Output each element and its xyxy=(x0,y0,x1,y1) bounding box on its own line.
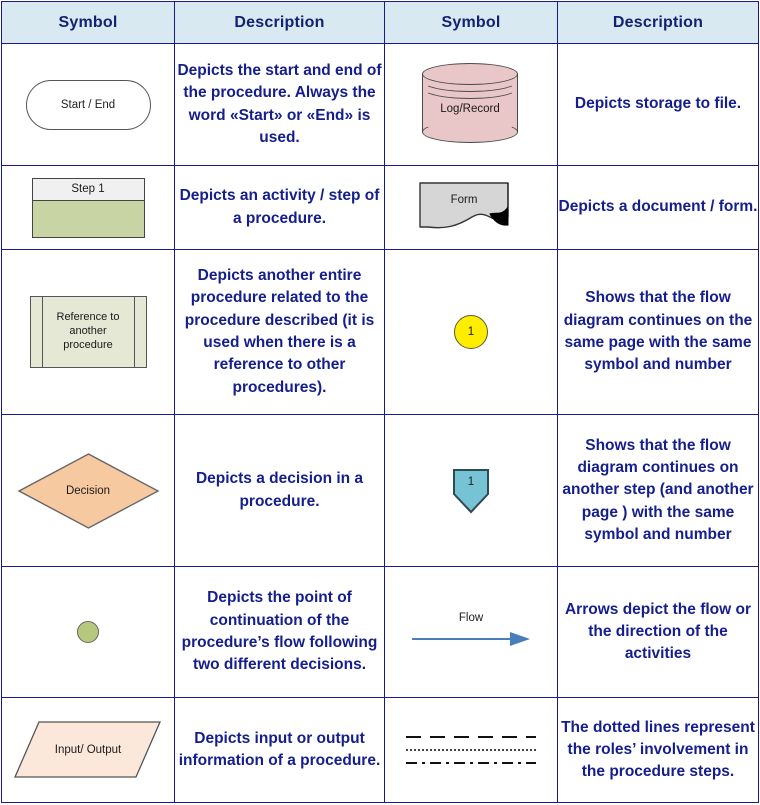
terminator-icon: Start / End xyxy=(25,79,151,130)
table-header-row: Symbol Description Symbol Description xyxy=(1,1,759,44)
stored-data-cylinder-icon: Log/Record xyxy=(422,62,520,147)
flow-arrow-label: Flow xyxy=(458,612,484,624)
merge-dot-icon xyxy=(77,621,99,643)
description-input-output: Depicts input or output information of a… xyxy=(174,697,385,803)
process-step-body xyxy=(33,201,144,237)
header-description-left: Description xyxy=(174,1,385,44)
description-decision: Depicts a decision in a procedure. xyxy=(174,414,385,567)
on-page-connector-icon: 1 xyxy=(454,315,488,349)
description-document: Depicts a document / form. xyxy=(557,165,759,250)
arrow-shape xyxy=(412,632,530,646)
symbol-cell-off-page-connector: 1 xyxy=(384,414,558,567)
description-on-page-connector: Shows that the flow diagram continues on… xyxy=(557,249,759,415)
table-row: Reference to another procedure Depicts a… xyxy=(1,249,759,415)
table-row: Step 1 Depicts an activity / step of a p… xyxy=(1,165,759,250)
description-flow-arrow: Arrows depict the flow or the direction … xyxy=(557,566,759,698)
dotted-line xyxy=(406,749,536,751)
symbol-cell-on-page-connector: 1 xyxy=(384,249,558,415)
document-icon: Form xyxy=(416,181,526,235)
symbol-cell-predefined-process: Reference to another procedure xyxy=(1,249,175,415)
symbol-cell-decision: Decision xyxy=(1,414,175,567)
process-step-label: Step 1 xyxy=(71,183,105,195)
description-off-page-connector: Shows that the flow diagram continues on… xyxy=(557,414,759,567)
symbol-cell-input-output: Input/ Output xyxy=(1,697,175,803)
description-predefined-process: Depicts another entire procedure related… xyxy=(174,249,385,415)
off-page-shape xyxy=(453,468,489,513)
decision-label: Decision xyxy=(65,484,111,497)
dashed-line xyxy=(406,736,536,738)
header-symbol-right: Symbol xyxy=(384,1,558,44)
description-merge-dot: Depicts the point of continuation of the… xyxy=(174,566,385,698)
header-description-right: Description xyxy=(557,1,759,44)
input-output-label: Input/ Output xyxy=(54,744,122,756)
input-output-icon: Input/ Output xyxy=(13,719,163,781)
description-terminator: Depicts the start and end of the procedu… xyxy=(174,43,385,166)
description-role-lines: The dotted lines represent the roles’ in… xyxy=(557,697,759,803)
cylinder-bottom-ellipse xyxy=(422,120,518,143)
symbol-cell-process-step: Step 1 xyxy=(1,165,175,250)
description-cylinder: Depicts storage to file. xyxy=(557,43,759,166)
process-step-icon: Step 1 xyxy=(31,177,145,238)
process-step-title-bar: Step 1 xyxy=(32,178,144,201)
symbol-legend-table: Symbol Description Symbol Description St… xyxy=(1,1,759,803)
table-row: Start / End Depicts the start and end of… xyxy=(1,43,759,166)
table-row: Input/ Output Depicts input or output in… xyxy=(1,697,759,803)
symbol-cell-flow-arrow: Flow xyxy=(384,566,558,698)
terminator-label: Start / End xyxy=(60,98,116,111)
table-row: Depicts the point of continuation of the… xyxy=(1,566,759,698)
off-page-connector-label: 1 xyxy=(467,475,475,488)
role-divider-lines-icon xyxy=(406,736,536,764)
dash-dot-line xyxy=(406,762,536,764)
flow-arrow-icon: Flow xyxy=(401,612,541,652)
symbol-cell-role-lines xyxy=(384,697,558,803)
header-symbol-left: Symbol xyxy=(1,1,175,44)
table-row: Decision Depicts a decision in a procedu… xyxy=(1,414,759,567)
predefined-process-label: Reference to another procedure xyxy=(56,311,120,351)
symbol-cell-cylinder: Log/Record xyxy=(384,43,558,166)
decision-diamond-icon: Decision xyxy=(16,451,161,531)
description-process-step: Depicts an activity / step of a procedur… xyxy=(174,165,385,250)
document-label: Form xyxy=(450,193,478,206)
cylinder-ring-2 xyxy=(422,77,518,99)
document-shape xyxy=(419,181,509,228)
symbol-cell-document: Form xyxy=(384,165,558,250)
cylinder-label: Log/Record xyxy=(440,102,500,115)
predefined-process-icon: Reference to another procedure xyxy=(29,296,147,368)
symbol-cell-terminator: Start / End xyxy=(1,43,175,166)
off-page-connector-icon: 1 xyxy=(452,468,490,514)
symbol-cell-merge-dot xyxy=(1,566,175,698)
on-page-connector-label: 1 xyxy=(467,326,475,338)
